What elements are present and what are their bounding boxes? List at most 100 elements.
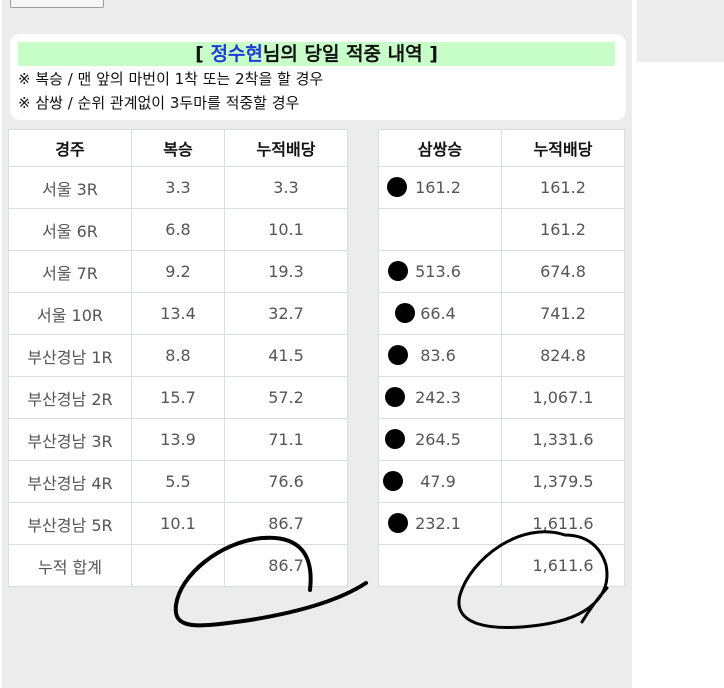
samssang-cell: 66.4 [378, 292, 502, 335]
cumulative-cell: 1,611.6 [501, 502, 625, 545]
bokseung-cell: 9.2 [131, 250, 225, 293]
note-bokseung: ※ 복승 / 맨 앞의 마번이 1착 또는 2착을 할 경우 [18, 70, 324, 88]
hit-dot-icon [385, 387, 405, 407]
table-row: 161.2 161.2 [378, 166, 625, 209]
samssang-value: 264.5 [415, 430, 461, 449]
samssang-value: 83.6 [420, 346, 456, 365]
table-row: 83.6 824.8 [378, 334, 625, 377]
hit-dot-icon [385, 429, 405, 449]
cumulative-cell: 741.2 [501, 292, 625, 335]
table-row: 서울 10R 13.4 32.7 [8, 292, 348, 335]
samssang-value: 242.3 [415, 388, 461, 407]
samssang-cell: 264.5 [378, 418, 502, 461]
samssang-cell: 513.6 [378, 250, 502, 293]
cumulative-cell: 19.3 [224, 250, 348, 293]
hit-dot-icon [388, 513, 408, 533]
bokseung-cell: 3.3 [131, 166, 225, 209]
cumulative-cell: 1,379.5 [501, 460, 625, 503]
bokseung-cell: 13.4 [131, 292, 225, 335]
table-row: 부산경남 2R 15.7 57.2 [8, 376, 348, 419]
race-cell: 서울 10R [8, 292, 132, 335]
table-row: 부산경남 5R 10.1 86.7 [8, 502, 348, 545]
race-cell: 서울 6R [8, 208, 132, 251]
page-title: [ 정수현님의 당일 적중 내역 ] [18, 42, 615, 66]
total-empty-cell [378, 544, 502, 587]
cumulative-cell: 1,331.6 [501, 418, 625, 461]
header-samssang: 삼쌍승 [378, 129, 502, 167]
hit-dot-icon [387, 177, 407, 197]
table-row: 부산경남 1R 8.8 41.5 [8, 334, 348, 377]
total-row: 1,611.6 [378, 544, 625, 587]
race-cell: 부산경남 3R [8, 418, 132, 461]
header-bokseung: 복승 [131, 129, 225, 167]
race-cell: 서울 3R [8, 166, 132, 209]
table-row: 47.9 1,379.5 [378, 460, 625, 503]
samssang-value: 161.2 [415, 178, 461, 197]
samssang-value: 66.4 [420, 304, 456, 323]
title-open: [ [195, 43, 211, 65]
table-row: 부산경남 3R 13.9 71.1 [8, 418, 348, 461]
samssang-cell [378, 208, 502, 251]
samssang-value: 47.9 [420, 472, 456, 491]
table-row: 서울 6R 6.8 10.1 [8, 208, 348, 251]
total-value: 86.7 [224, 544, 348, 587]
total-value: 1,611.6 [501, 544, 625, 587]
hit-dot-icon [395, 303, 415, 323]
table-row: 66.4 741.2 [378, 292, 625, 335]
table-row: 서울 3R 3.3 3.3 [8, 166, 348, 209]
table-row: 161.2 [378, 208, 625, 251]
note-samssang: ※ 삼쌍 / 순위 관계없이 3두마를 적중할 경우 [18, 94, 300, 112]
bokseung-cell: 10.1 [131, 502, 225, 545]
table-row: 264.5 1,331.6 [378, 418, 625, 461]
header-race: 경주 [8, 129, 132, 167]
cumulative-cell: 674.8 [501, 250, 625, 293]
title-rest: 님의 당일 적중 내역 ] [262, 43, 438, 65]
samssang-value: 513.6 [415, 262, 461, 281]
header-cumulative: 누적배당 [224, 129, 348, 167]
samssang-cell: 242.3 [378, 376, 502, 419]
header-cumulative-samssang: 누적배당 [501, 129, 625, 167]
cumulative-cell: 86.7 [224, 502, 348, 545]
bokseung-cell: 5.5 [131, 460, 225, 503]
table-row: 513.6 674.8 [378, 250, 625, 293]
cumulative-cell: 76.6 [224, 460, 348, 503]
cumulative-cell: 161.2 [501, 208, 625, 251]
hit-dot-icon [383, 471, 403, 491]
bokseung-table: 경주 복승 누적배당 서울 3R 3.3 3.3 서울 6R 6.8 10.1 서울 7R 9… [8, 129, 348, 587]
table-row: 242.3 1,067.1 [378, 376, 625, 419]
table-row: 서울 7R 9.2 19.3 [8, 250, 348, 293]
race-cell: 부산경남 5R [8, 502, 132, 545]
cumulative-cell: 10.1 [224, 208, 348, 251]
table-header-row: 삼쌍승 누적배당 [378, 129, 625, 167]
bokseung-cell: 6.8 [131, 208, 225, 251]
title-name: 정수현 [210, 43, 263, 65]
total-row: 누적 합계 86.7 [8, 544, 348, 587]
samssang-table: 삼쌍승 누적배당 161.2 161.2 161.2 513.6 674.8 66.4 74… [378, 129, 625, 587]
race-cell: 서울 7R [8, 250, 132, 293]
bokseung-cell: 15.7 [131, 376, 225, 419]
cumulative-cell: 3.3 [224, 166, 348, 209]
cumulative-cell: 161.2 [501, 166, 625, 209]
race-cell: 부산경남 1R [8, 334, 132, 377]
bokseung-cell: 13.9 [131, 418, 225, 461]
samssang-cell: 161.2 [378, 166, 502, 209]
table-header-row: 경주 복승 누적배당 [8, 129, 348, 167]
info-box: [ 정수현님의 당일 적중 내역 ] ※ 복승 / 맨 앞의 마번이 1착 또는… [10, 34, 626, 120]
samssang-cell: 83.6 [378, 334, 502, 377]
samssang-cell: 47.9 [378, 460, 502, 503]
hit-dot-icon [388, 261, 408, 281]
cumulative-cell: 1,067.1 [501, 376, 625, 419]
hit-dot-icon [388, 345, 408, 365]
total-empty-cell [131, 544, 225, 587]
cumulative-cell: 32.7 [224, 292, 348, 335]
table-row: 부산경남 4R 5.5 76.6 [8, 460, 348, 503]
bokseung-cell: 8.8 [131, 334, 225, 377]
cumulative-cell: 57.2 [224, 376, 348, 419]
cumulative-cell: 41.5 [224, 334, 348, 377]
right-panel [637, 0, 724, 62]
samssang-cell: 232.1 [378, 502, 502, 545]
top-button[interactable] [10, 0, 104, 8]
cumulative-cell: 824.8 [501, 334, 625, 377]
race-cell: 부산경남 2R [8, 376, 132, 419]
samssang-value: 232.1 [415, 514, 461, 533]
